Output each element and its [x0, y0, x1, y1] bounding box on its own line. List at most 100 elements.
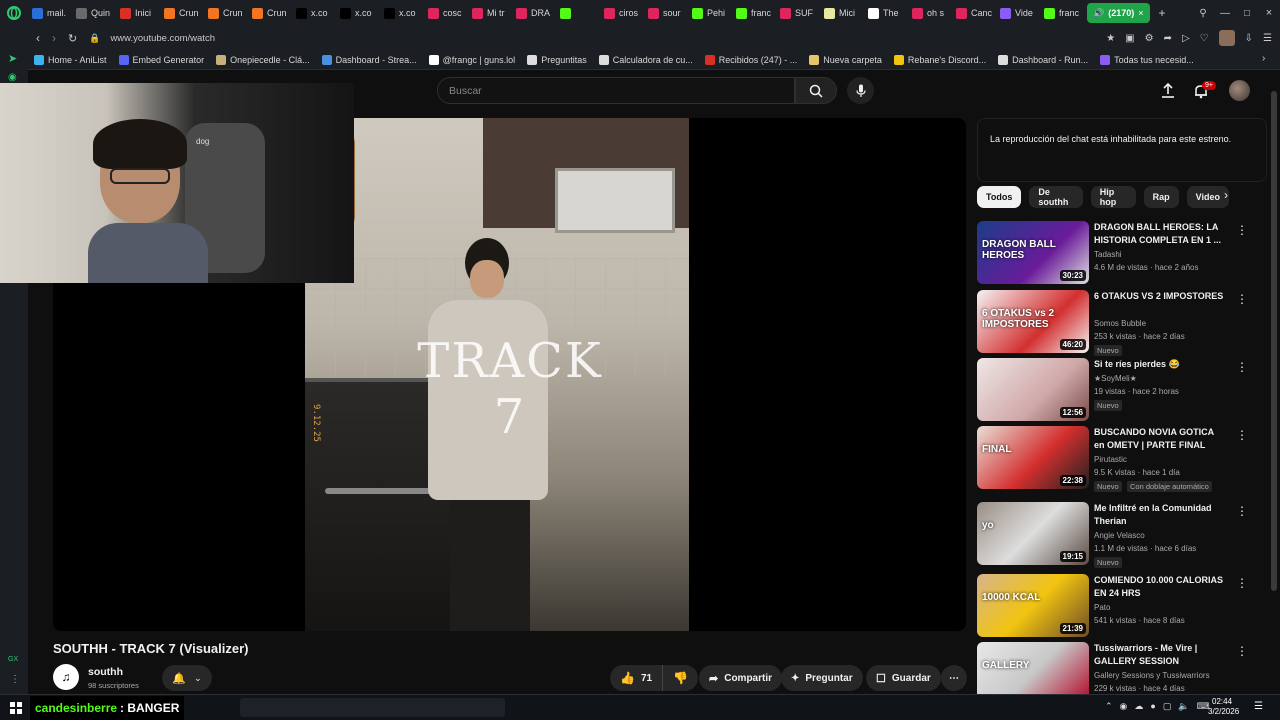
bookmark-icon[interactable]: ★ [1106, 33, 1115, 44]
reload-icon[interactable]: ↻ [68, 32, 77, 45]
voice-search-button[interactable] [847, 77, 874, 104]
download-icon[interactable]: ⇩ [1245, 33, 1253, 44]
bookmark-item[interactable]: Recibidos (247) - ... [699, 54, 804, 65]
browser-tab[interactable] [556, 0, 600, 26]
browser-tab[interactable]: Canc [952, 0, 996, 26]
close-icon[interactable]: × [1138, 8, 1143, 18]
browser-tab[interactable]: x.co [292, 0, 336, 26]
channel-name[interactable]: southh [88, 666, 123, 678]
browser-tab[interactable]: sour [644, 0, 688, 26]
browser-tab[interactable]: cosc [424, 0, 468, 26]
page-scrollbar[interactable] [1271, 91, 1277, 591]
video-channel[interactable]: Tadashi [1094, 250, 1122, 259]
video-channel[interactable]: Somos Bubble [1094, 319, 1146, 328]
recommended-video[interactable]: DRAGON BALL HEROES 30:23 DRAGON BALL HEROE… [977, 221, 1257, 285]
bookmark-item[interactable]: Onepiecedle - Clá... [210, 54, 316, 65]
network-icon[interactable]: ◉ [1120, 701, 1128, 712]
clock-time[interactable]: 02:44 [1212, 697, 1232, 706]
recommended-video[interactable]: 10000 KCAL 21:39 COMIENDO 10.000 CALORIAS … [977, 574, 1257, 638]
account-avatar[interactable] [1229, 80, 1250, 101]
more-options-icon[interactable]: ⋮ [1236, 292, 1248, 306]
more-options-icon[interactable]: ⋮ [1236, 576, 1248, 590]
subscribe-bell-button[interactable]: 🔔 ⌄ [162, 665, 212, 691]
video-thumbnail[interactable]: DRAGON BALL HEROES 30:23 [977, 221, 1089, 284]
chevron-up-icon[interactable]: ⌃ [1105, 701, 1113, 712]
browser-tab[interactable]: x.co [336, 0, 380, 26]
windows-start-icon[interactable] [10, 702, 22, 714]
back-icon-rail[interactable]: ➤ [8, 52, 17, 65]
more-options-icon[interactable]: ⋮ [1236, 644, 1248, 658]
video-channel[interactable]: Angie Velasco [1094, 531, 1145, 540]
filter-chip[interactable]: Hip hop [1090, 186, 1136, 208]
maximize-icon[interactable]: □ [1236, 8, 1258, 19]
video-channel[interactable]: ★SoyMeli★ [1094, 374, 1137, 383]
share-button[interactable]: ➦ Compartir [699, 665, 783, 691]
more-options-icon[interactable]: ⋮ [1236, 504, 1248, 518]
bookmark-item[interactable]: Calculadora de cu... [593, 54, 699, 65]
video-title-link[interactable]: 6 OTAKUS VS 2 IMPOSTORES [1094, 290, 1224, 303]
taskbar-search[interactable] [240, 698, 505, 717]
mic-tray-icon[interactable]: ● [1150, 701, 1155, 712]
video-title-link[interactable]: Me Infiltré en la Comunidad Therian [1094, 502, 1224, 528]
browser-tab[interactable]: x.co [380, 0, 424, 26]
bookmark-item[interactable]: Dashboard - Strea... [316, 54, 423, 65]
messenger-icon[interactable]: ◉ [8, 72, 17, 83]
forward-icon[interactable]: › [52, 31, 56, 45]
bookmark-item[interactable]: Dashboard - Run... [992, 54, 1094, 65]
browser-tab[interactable]: ciros [600, 0, 644, 26]
search-button[interactable] [795, 77, 837, 104]
browser-tab[interactable]: Mi tr [468, 0, 512, 26]
volume-icon[interactable]: 🔈 [1178, 701, 1189, 712]
browser-tab[interactable]: Vide [996, 0, 1040, 26]
video-title-link[interactable]: BUSCANDO NOVIA GOTICA en OMETV | PARTE F… [1094, 426, 1224, 452]
video-title-link[interactable]: COMIENDO 10.000 CALORIAS EN 24 HRS [1094, 574, 1224, 600]
clock-date[interactable]: 3/2/2026 [1208, 707, 1239, 716]
video-thumbnail[interactable]: 6 OTAKUS vs 2 IMPOSTORES 46:20 [977, 290, 1089, 353]
recommended-video[interactable]: yo 19:15 Me Infiltré en la Comunidad Theri… [977, 502, 1257, 568]
screenshot-icon[interactable]: ▣ [1125, 33, 1134, 44]
browser-tab[interactable]: Crun [248, 0, 292, 26]
filter-chip[interactable]: Rap [1143, 186, 1179, 208]
browser-tab[interactable]: oh s [908, 0, 952, 26]
cloud-icon[interactable]: ☁ [1134, 701, 1143, 712]
filter-chip[interactable]: De southh [1029, 186, 1083, 208]
recommended-video[interactable]: 6 OTAKUS vs 2 IMPOSTORES 46:20 6 OTAKUS VS… [977, 290, 1257, 356]
play-icon[interactable]: ▷ [1182, 33, 1190, 44]
menu-icon[interactable]: ☰ [1263, 33, 1272, 44]
more-options-icon[interactable]: ⋮ [1236, 360, 1248, 374]
bookmark-item[interactable]: Home - AniList [28, 54, 113, 65]
bookmark-item[interactable]: Rebane's Discord... [888, 54, 992, 65]
tab-active[interactable]: 🔊 (2170) × [1087, 3, 1150, 23]
bookmark-item[interactable]: Preguntitas [521, 54, 593, 65]
video-thumbnail[interactable]: yo 19:15 [977, 502, 1089, 565]
opera-logo-icon[interactable] [0, 0, 28, 26]
chips-next-icon[interactable]: › [1224, 188, 1228, 202]
notifications-icon[interactable]: ☰ [1254, 701, 1263, 712]
more-icon-rail[interactable]: ⋮ [10, 674, 20, 685]
bookmark-item[interactable]: Embed Generator [113, 54, 211, 65]
browser-tab[interactable]: Quin [72, 0, 116, 26]
save-button[interactable]: ☐ Guardar [866, 665, 941, 691]
browser-tab[interactable]: Crun [160, 0, 204, 26]
dislike-button[interactable]: 👎 [663, 665, 698, 691]
profile-avatar[interactable] [1218, 30, 1235, 46]
search-tabs-icon[interactable]: ⚲ [1192, 8, 1214, 19]
browser-tab[interactable]: franc [732, 0, 776, 26]
browser-tab[interactable]: Pehi [688, 0, 732, 26]
back-icon[interactable]: ‹ [36, 31, 40, 45]
share-icon[interactable]: ➦ [1164, 33, 1172, 44]
upload-icon[interactable] [1161, 83, 1175, 99]
extension-icon[interactable]: ⚙ [1145, 33, 1154, 44]
filter-chip[interactable]: Todos [977, 186, 1022, 208]
bookmark-item[interactable]: Todas tus necesid... [1094, 54, 1200, 65]
like-button[interactable]: 👍 71 [610, 665, 664, 691]
more-actions-button[interactable]: ⋯ [941, 665, 967, 691]
browser-tab[interactable]: franc [1040, 0, 1084, 26]
recommended-video[interactable]: 12:56 Si te ríes pierdes 😂 ★SoyMeli★ 19 vis… [977, 358, 1257, 422]
video-title-link[interactable]: Si te ríes pierdes 😂 [1094, 358, 1224, 371]
more-options-icon[interactable]: ⋮ [1236, 223, 1248, 237]
video-thumbnail[interactable]: FINAL 22:38 [977, 426, 1089, 489]
bookmarks-more-icon[interactable]: › [1262, 53, 1265, 64]
browser-tab[interactable]: SUF [776, 0, 820, 26]
browser-tab[interactable]: Mici [820, 0, 864, 26]
